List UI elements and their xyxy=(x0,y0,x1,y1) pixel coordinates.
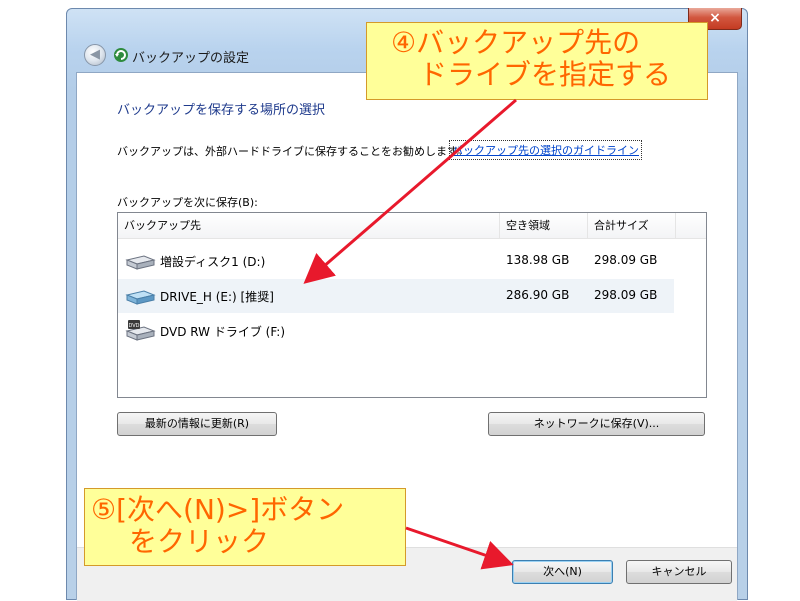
instruction-callout-click-next: ⑤[次へ(N)>]ボタン をクリック xyxy=(84,488,406,566)
window-title: バックアップの設定 xyxy=(132,51,250,66)
column-header-free-space[interactable]: 空き領域 xyxy=(500,213,588,238)
drive-free-space: 138.98 GB xyxy=(506,253,570,267)
save-in-label: バックアップを次に保存(B): xyxy=(117,196,258,209)
description-text: バックアップは、外部ハードドライブに保存することをお勧めします。 xyxy=(117,145,468,158)
list-item[interactable]: DVD DVD RW ドライブ (F:) xyxy=(118,314,674,348)
column-header-total-size[interactable]: 合計サイズ xyxy=(588,213,676,238)
backup-app-icon xyxy=(114,48,128,62)
column-header-destination[interactable]: バックアップ先 xyxy=(118,213,500,238)
hard-drive-icon xyxy=(125,255,156,270)
back-arrow-icon[interactable]: ◀ xyxy=(84,44,106,66)
drive-name: 増設ディスク1 (D:) xyxy=(160,255,266,269)
instruction-callout-select-drive: ④バックアップ先の ドライブを指定する xyxy=(366,22,708,100)
callout-line: ⑤[次へ(N)>]ボタン xyxy=(91,493,345,526)
external-drive-icon xyxy=(125,290,156,305)
callout-line: をクリック xyxy=(129,525,270,558)
backup-destination-list[interactable]: バックアップ先 空き領域 合計サイズ 増設ディスク1 (D:) 138.98 G… xyxy=(117,212,707,398)
list-item[interactable]: DRIVE_H (E:) [推奨] 286.90 GB 298.09 GB xyxy=(118,279,674,313)
cancel-button[interactable]: キャンセル xyxy=(626,560,732,584)
callout-line: ④バックアップ先の xyxy=(391,26,641,59)
save-on-network-button[interactable]: ネットワークに保存(V)... xyxy=(488,412,705,436)
svg-text:DVD: DVD xyxy=(128,323,139,329)
page-heading: バックアップを保存する場所の選択 xyxy=(117,103,326,118)
drive-free-space: 286.90 GB xyxy=(506,288,570,302)
drive-name: DVD RW ドライブ (F:) xyxy=(160,325,286,339)
drive-name: DRIVE_H (E:) [推奨] xyxy=(160,290,274,304)
callout-line: ドライブを指定する xyxy=(419,58,672,91)
list-item[interactable]: 増設ディスク1 (D:) 138.98 GB 298.09 GB xyxy=(118,244,674,278)
refresh-button[interactable]: 最新の情報に更新(R) xyxy=(117,412,277,436)
next-button[interactable]: 次へ(N) xyxy=(512,560,613,584)
guideline-link[interactable]: バックアップ先の選択のガイドライン xyxy=(449,140,642,160)
drive-total-size: 298.09 GB xyxy=(594,288,658,302)
drive-total-size: 298.09 GB xyxy=(594,253,658,267)
dvd-drive-icon: DVD xyxy=(125,320,156,341)
